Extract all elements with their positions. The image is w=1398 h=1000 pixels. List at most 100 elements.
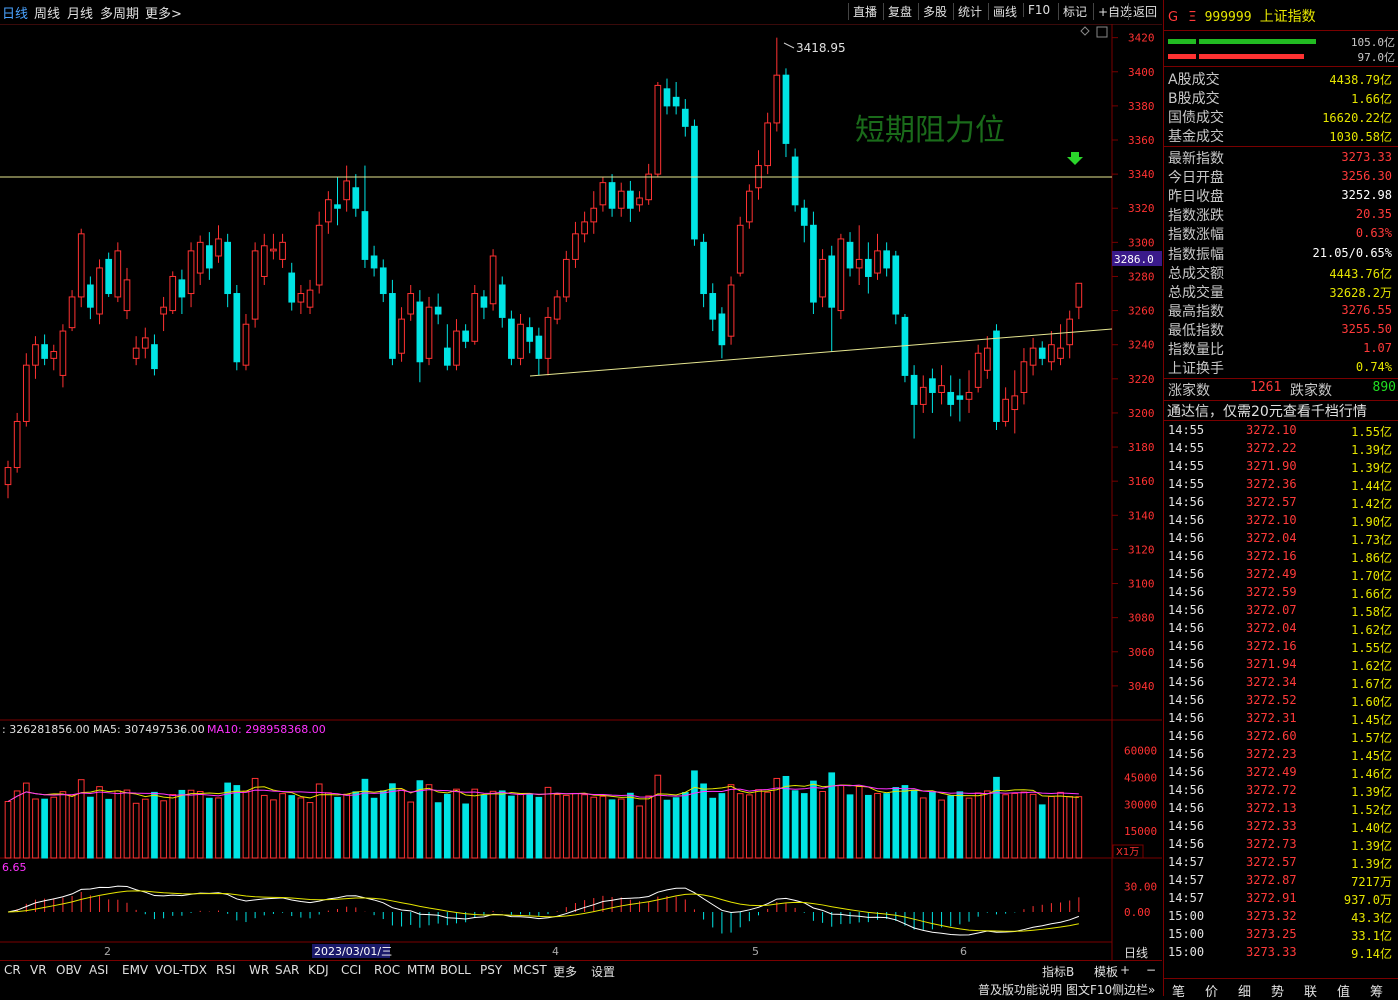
volume-bar: [709, 797, 717, 859]
volume-bar: [819, 790, 826, 859]
stat-label: 昨日收盘: [1168, 189, 1224, 206]
candle-body: [919, 386, 927, 405]
indicator-tab[interactable]: EMV: [122, 963, 148, 977]
tick-volume: 1.39亿: [1351, 443, 1392, 457]
volume-bar: [581, 794, 588, 859]
indicator-tab[interactable]: MTM: [407, 963, 435, 977]
volume-bar: [1048, 795, 1055, 859]
buy-bar-b: [1199, 39, 1316, 44]
candle-body: [334, 204, 341, 209]
tick-volume: 1.70亿: [1351, 569, 1392, 583]
tick-volume: 43.3亿: [1351, 911, 1392, 925]
kline-chart[interactable]: 3420 3400 3380 3360 3340 3320 3300 3280 3260 3240…: [0, 0, 1162, 960]
tick-row: 14:56 3272.16 1.86亿: [1166, 549, 1396, 567]
volume-bar: [196, 790, 204, 859]
candle-body: [691, 125, 698, 240]
tick-row: 14:56 3272.49 1.70亿: [1166, 567, 1396, 585]
candle-body: [819, 258, 826, 298]
volume-bar: [736, 793, 744, 859]
tick-price: 3272.87: [1246, 873, 1297, 887]
volume-bar: [132, 802, 140, 859]
indicator-control[interactable]: +: [1120, 963, 1130, 977]
indicator-tab[interactable]: BOLL: [440, 963, 471, 977]
tick-volume: 1.39亿: [1351, 785, 1392, 799]
candle-body: [151, 344, 158, 370]
stat-label: 指数量比: [1168, 342, 1224, 358]
indicator-control[interactable]: −: [1146, 963, 1156, 977]
stat-label: 总成交量: [1168, 284, 1224, 301]
feature-info-link[interactable]: 普及版功能说明: [978, 981, 1062, 998]
tick-price: 3272.33: [1246, 819, 1297, 833]
volume-bar: [517, 793, 524, 859]
menu-icon[interactable]: Ξ: [1188, 10, 1196, 25]
indicator-tab[interactable]: VOL-TDX: [155, 963, 207, 977]
tick-time: 14:56: [1168, 765, 1205, 779]
volume-bar: [755, 789, 762, 859]
price-tick-label: 3180: [1128, 441, 1155, 454]
tick-row: 14:56 3272.49 1.46亿: [1166, 765, 1396, 783]
volume-bar: [919, 797, 927, 859]
stat-row: 昨日收盘 3252.98: [1166, 186, 1396, 205]
indicator-tab[interactable]: MCST: [513, 963, 547, 977]
volume-bar: [617, 798, 625, 859]
stat-value: 3255.50: [1341, 321, 1392, 336]
indicator-bar: CR VR OBV ASI EMV VOL-TDX RSI WR SAR KDJ CCI ROC MTM…: [0, 960, 1162, 981]
candle-body: [361, 211, 369, 260]
window-icon[interactable]: [1096, 26, 1108, 38]
volume-bar: [1011, 792, 1019, 859]
indicator-tab[interactable]: CR: [4, 963, 21, 977]
tick-time: 14:56: [1168, 837, 1205, 851]
price-tick-label: 3280: [1128, 270, 1155, 283]
indicator-tab[interactable]: RSI: [216, 963, 236, 977]
price-tick-label: 3260: [1128, 305, 1155, 318]
f10-text-link[interactable]: 图文F10: [1066, 981, 1112, 998]
candle-body: [1029, 347, 1037, 366]
indicator-tab[interactable]: OBV: [56, 963, 82, 977]
candle-body: [260, 245, 268, 277]
indicator-tab[interactable]: PSY: [480, 963, 502, 977]
indicator-control[interactable]: 指标B: [1042, 963, 1074, 980]
indicator-tab[interactable]: ASI: [89, 963, 108, 977]
indicator-control[interactable]: 模板: [1094, 963, 1118, 980]
diamond-icon[interactable]: [1080, 26, 1090, 36]
indicator-tab[interactable]: WR: [249, 963, 269, 977]
candle-body: [425, 306, 433, 359]
indicator-tab[interactable]: VR: [30, 963, 47, 977]
sidebar-toggle[interactable]: 侧边栏»: [1112, 981, 1155, 998]
stat-label: 最高指数: [1168, 303, 1224, 320]
volume-bar: [654, 774, 662, 859]
indicator-tab[interactable]: CCI: [341, 963, 361, 977]
indicator-tab[interactable]: KDJ: [308, 963, 329, 977]
tick-time: 14:56: [1168, 531, 1205, 545]
candle-body: [68, 296, 76, 329]
tick-time: 15:00: [1168, 945, 1205, 959]
tick-row: 14:56 3272.34 1.67亿: [1166, 675, 1396, 693]
tick-volume: 1.39亿: [1351, 839, 1392, 853]
candle-body: [700, 241, 707, 295]
tick-price: 3272.60: [1246, 729, 1297, 743]
indicator-tab[interactable]: 设置: [591, 963, 615, 980]
candle-body: [407, 293, 415, 315]
stat-value: 32628.2万: [1329, 285, 1392, 300]
tick-price: 3272.73: [1246, 837, 1297, 851]
price-tick-label: 3100: [1128, 578, 1155, 591]
volume-bar: [187, 789, 195, 859]
candle-body: [782, 74, 790, 144]
candle-body: [938, 385, 945, 393]
volume-bar: [1066, 795, 1074, 859]
tick-volume: 1.40亿: [1351, 821, 1392, 835]
candle-body: [379, 267, 387, 295]
indicator-tab[interactable]: 更多: [553, 963, 577, 980]
volume-bar: [489, 790, 497, 859]
tick-volume: 1.62亿: [1351, 659, 1392, 673]
indicator-tab[interactable]: SAR: [275, 963, 299, 977]
volume-bar: [343, 793, 350, 859]
indicator-tab[interactable]: ROC: [374, 963, 400, 977]
tick-row: 14:56 3272.31 1.45亿: [1166, 711, 1396, 729]
upgrade-ad-link[interactable]: 通达信，仅需20元查看千档行情: [1167, 401, 1367, 421]
tick-time: 14:55: [1168, 441, 1205, 455]
price-tick-label: 3060: [1128, 646, 1155, 659]
macd-tick-label: 0.00: [1124, 906, 1151, 919]
volume-bar: [352, 791, 360, 859]
volume-bar: [883, 793, 890, 859]
